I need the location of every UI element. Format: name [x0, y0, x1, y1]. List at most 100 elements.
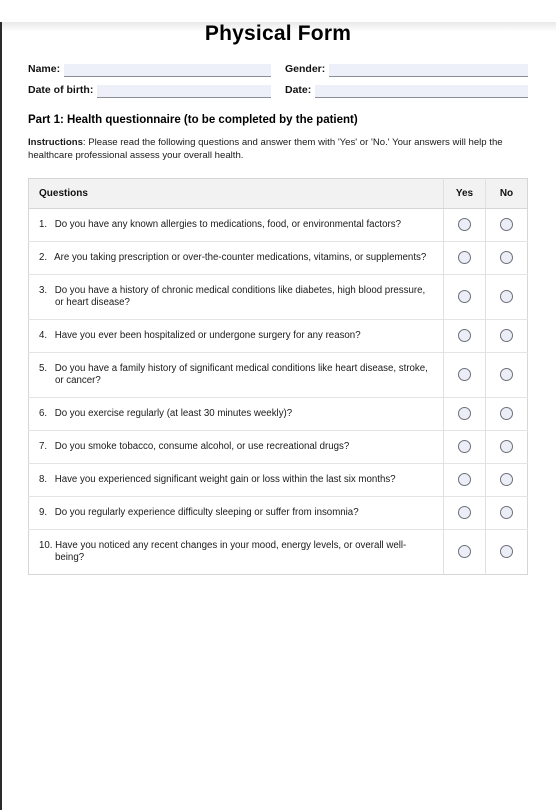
answer-cell-no[interactable] — [485, 208, 528, 242]
answer-cell-no[interactable] — [485, 529, 528, 575]
answer-cell-yes[interactable] — [443, 397, 486, 431]
question-label: Have you ever been hospitalized or under… — [54, 330, 361, 342]
radio-no-icon[interactable] — [500, 407, 513, 421]
answer-cell-no[interactable] — [485, 397, 528, 431]
answer-cell-no[interactable] — [485, 352, 528, 398]
radio-yes-icon[interactable] — [458, 329, 471, 343]
question-text: 9. Do you regularly experience difficult… — [39, 507, 431, 519]
radio-yes-icon[interactable] — [458, 218, 471, 232]
form-page: Physical Form Name: Gender: Date of birt… — [0, 22, 556, 576]
answer-cell-yes[interactable] — [443, 319, 486, 353]
radio-no-icon[interactable] — [500, 368, 513, 382]
radio-no-icon[interactable] — [500, 329, 513, 343]
answer-cell-no[interactable] — [485, 274, 528, 320]
date-of-birth-label: Date of birth: — [28, 84, 94, 96]
answer-cell-yes[interactable] — [443, 463, 486, 497]
table-row: 4. Have you ever been hospitalized or un… — [28, 319, 528, 353]
radio-no-icon[interactable] — [500, 218, 513, 232]
table-row: 7. Do you smoke tobacco, consume alcohol… — [28, 430, 528, 464]
radio-no-icon[interactable] — [500, 545, 513, 559]
answer-cell-yes[interactable] — [443, 274, 486, 320]
name-field-group: Name: — [28, 62, 271, 77]
date-of-birth-field-group: Date of birth: — [28, 83, 271, 98]
answer-cell-no[interactable] — [485, 430, 528, 464]
instructions-label: Instructions — [28, 137, 83, 148]
question-number: 1. — [39, 219, 48, 231]
answer-cell-no[interactable] — [485, 496, 528, 530]
question-number: 6. — [39, 408, 48, 420]
name-input[interactable] — [64, 64, 271, 77]
question-label: Are you taking prescription or over-the-… — [54, 252, 427, 264]
date-field-group: Date: — [285, 83, 528, 98]
answer-cell-yes[interactable] — [443, 208, 486, 242]
question-label: Do you have any known allergies to medic… — [54, 219, 401, 231]
question-cell: 7. Do you smoke tobacco, consume alcohol… — [28, 430, 444, 464]
radio-yes-icon[interactable] — [458, 440, 471, 454]
question-cell: 5. Do you have a family history of signi… — [28, 352, 444, 398]
question-label: Do you exercise regularly (at least 30 m… — [54, 408, 293, 420]
column-header-no: No — [485, 178, 528, 210]
question-number: 10. — [39, 540, 53, 552]
radio-yes-icon[interactable] — [458, 473, 471, 487]
radio-no-icon[interactable] — [500, 506, 513, 520]
table-header: Questions Yes No — [28, 178, 528, 210]
column-header-questions: Questions — [28, 178, 444, 210]
question-cell: 6. Do you exercise regularly (at least 3… — [28, 397, 444, 431]
date-label: Date: — [285, 84, 312, 96]
table-header-row: Questions Yes No — [28, 178, 528, 210]
question-label: Have you noticed any recent changes in y… — [55, 540, 407, 564]
table-row: 9. Do you regularly experience difficult… — [28, 496, 528, 530]
question-text: 7. Do you smoke tobacco, consume alcohol… — [39, 441, 431, 453]
question-text: 5. Do you have a family history of signi… — [39, 363, 431, 387]
question-cell: 10. Have you noticed any recent changes … — [28, 529, 444, 575]
question-cell: 3. Do you have a history of chronic medi… — [28, 274, 444, 320]
instructions-paragraph: Instructions: Please read the following … — [28, 137, 528, 162]
answer-cell-no[interactable] — [485, 463, 528, 497]
question-text: 2. Are you taking prescription or over-t… — [39, 252, 431, 264]
date-of-birth-input[interactable] — [97, 85, 271, 98]
question-text: 10. Have you noticed any recent changes … — [39, 540, 431, 564]
radio-yes-icon[interactable] — [458, 251, 471, 265]
radio-yes-icon[interactable] — [458, 506, 471, 520]
part-1-heading: Part 1: Health questionnaire (to be comp… — [28, 114, 358, 126]
question-number: 8. — [39, 474, 48, 486]
date-input[interactable] — [315, 85, 528, 98]
question-number: 4. — [39, 330, 48, 342]
page-title: Physical Form — [204, 22, 352, 45]
answer-cell-yes[interactable] — [443, 496, 486, 530]
gender-field-group: Gender: — [285, 62, 528, 77]
radio-yes-icon[interactable] — [458, 290, 471, 304]
question-text: 1. Do you have any known allergies to me… — [39, 219, 431, 231]
question-cell: 2. Are you taking prescription or over-t… — [28, 241, 444, 275]
answer-cell-yes[interactable] — [443, 430, 486, 464]
radio-yes-icon[interactable] — [458, 368, 471, 382]
question-label: Do you have a family history of signific… — [54, 363, 428, 387]
answer-cell-no[interactable] — [485, 241, 528, 275]
radio-yes-icon[interactable] — [458, 545, 471, 559]
radio-no-icon[interactable] — [500, 290, 513, 304]
radio-no-icon[interactable] — [500, 440, 513, 454]
table-row: 5. Do you have a family history of signi… — [28, 352, 528, 398]
answer-cell-yes[interactable] — [443, 352, 486, 398]
question-number: 7. — [39, 441, 48, 453]
radio-no-icon[interactable] — [500, 473, 513, 487]
question-text: 3. Do you have a history of chronic medi… — [39, 285, 431, 309]
radio-yes-icon[interactable] — [458, 407, 471, 421]
question-cell: 8. Have you experienced significant weig… — [28, 463, 444, 497]
column-header-yes: Yes — [443, 178, 486, 210]
question-number: 9. — [39, 507, 48, 519]
question-text: 4. Have you ever been hospitalized or un… — [39, 330, 431, 342]
question-text: 8. Have you experienced significant weig… — [39, 474, 431, 486]
answer-cell-no[interactable] — [485, 319, 528, 353]
gender-label: Gender: — [285, 63, 326, 75]
gender-input[interactable] — [329, 64, 528, 77]
answer-cell-yes[interactable] — [443, 241, 486, 275]
table-row: 2. Are you taking prescription or over-t… — [28, 241, 528, 275]
question-number: 5. — [39, 363, 48, 375]
name-label: Name: — [28, 63, 61, 75]
table-row: 1. Do you have any known allergies to me… — [28, 208, 528, 242]
table-body: 1. Do you have any known allergies to me… — [28, 208, 528, 575]
answer-cell-yes[interactable] — [443, 529, 486, 575]
question-label: Have you experienced significant weight … — [54, 474, 396, 486]
radio-no-icon[interactable] — [500, 251, 513, 265]
